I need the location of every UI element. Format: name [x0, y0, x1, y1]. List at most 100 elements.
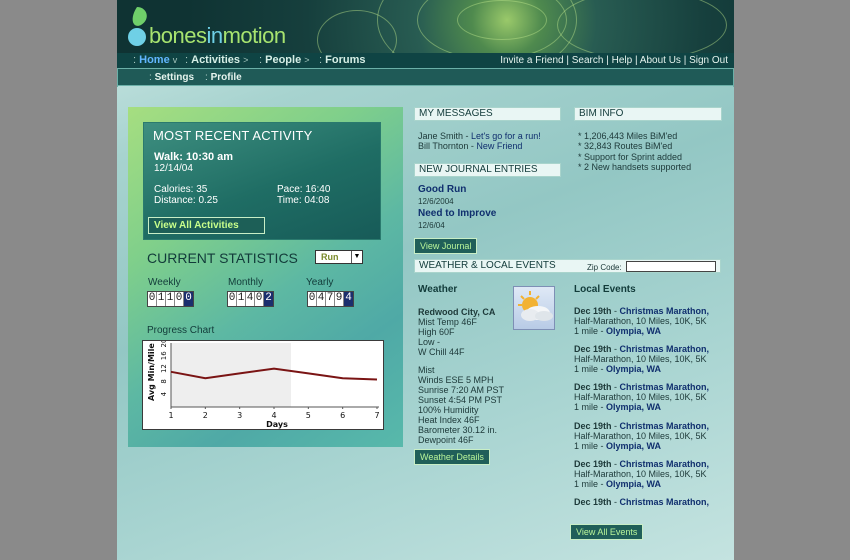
local-events-heading: Local Events: [574, 284, 636, 295]
counter-digit: 0: [148, 292, 157, 306]
event-item[interactable]: Dec 19th - Christmas Marathon, Half-Mara…: [574, 459, 709, 489]
nav-utility-links: Invite a Friend | Search | Help | About …: [500, 55, 728, 66]
journal-entry-date: 12/6/04: [418, 221, 445, 230]
weather-line: Mist Temp 46F: [418, 317, 477, 327]
nav-people[interactable]: : People >: [259, 54, 310, 66]
weather-line: Heat Index 46F: [418, 415, 480, 425]
activity-date: 12/14/04: [154, 163, 193, 174]
progress-chart-title: Progress Chart: [147, 325, 215, 336]
counter-digit: 0: [175, 292, 184, 306]
view-all-events-button[interactable]: View All Events: [570, 524, 644, 540]
activity-calories: Calories: 35: [154, 184, 208, 195]
weather-line: 100% Humidity: [418, 405, 479, 415]
counter-digit: 4: [344, 292, 353, 306]
y-tick-label: 4: [160, 391, 168, 396]
yearly-label: Yearly: [306, 277, 334, 288]
recent-activity-title: MOST RECENT ACTIVITY: [153, 128, 313, 143]
bim-info-item: * 32,843 Routes BiM'ed: [578, 141, 673, 151]
sub-nav: : Settings : Profile: [117, 68, 734, 87]
weather-line: W Chill 44F: [418, 347, 465, 357]
zip-code-input[interactable]: [626, 261, 716, 272]
weather-line: Sunrise 7:20 AM PST: [418, 385, 505, 395]
counter-digit: 4: [246, 292, 255, 306]
activity-distance: Distance: 0.25: [154, 195, 218, 206]
yearly-counter: 04794: [307, 291, 354, 307]
x-tick-label: 4: [271, 411, 276, 420]
monthly-label: Monthly: [228, 277, 264, 288]
page: bonesinmotion : Home v : Activities > : …: [117, 0, 734, 560]
nav-home[interactable]: : Home v: [133, 54, 177, 66]
counter-digit: 4: [317, 292, 326, 306]
weather-line: Barometer 30.12 in.: [418, 425, 498, 435]
view-journal-button[interactable]: View Journal: [414, 238, 478, 254]
event-item[interactable]: Dec 19th - Christmas Marathon, Half-Mara…: [574, 344, 709, 374]
counter-digit: 9: [335, 292, 344, 306]
left-panel: MOST RECENT ACTIVITY Walk: 10:30 am 12/1…: [128, 107, 403, 447]
counter-digit: 0: [308, 292, 317, 306]
activity-headline[interactable]: Walk: 10:30 am: [154, 151, 233, 163]
chevron-down-icon: v: [172, 55, 178, 65]
main-nav: : Home v : Activities > : People > : For…: [117, 53, 734, 68]
activity-time: Time: 04:08: [277, 195, 330, 206]
logo[interactable]: bonesinmotion: [123, 5, 303, 49]
weather-details-button[interactable]: Weather Details: [414, 449, 490, 465]
x-tick-label: 2: [203, 411, 208, 420]
y-tick-label: 12: [160, 364, 168, 373]
y-tick-label: 8: [160, 379, 168, 383]
activity-pace: Pace: 16:40: [277, 184, 331, 195]
nav-link-invite[interactable]: Invite a Friend: [500, 55, 563, 66]
weather-line: High 60F: [418, 327, 455, 337]
subnav-settings[interactable]: : Settings: [149, 72, 194, 83]
event-item[interactable]: Dec 19th - Christmas Marathon, Half-Mara…: [574, 421, 709, 451]
y-tick-label: 20: [160, 341, 168, 347]
bim-info-header: BIM INFO: [574, 107, 722, 121]
counter-digit: 0: [255, 292, 264, 306]
weather-line: Dewpoint 46F: [418, 435, 474, 445]
x-tick-label: 3: [237, 411, 242, 420]
x-tick-label: 7: [374, 411, 379, 420]
counter-digit: 0: [184, 292, 193, 306]
arrow-right-icon: >: [304, 55, 310, 65]
sport-select[interactable]: Run ▼: [315, 250, 363, 264]
x-tick-label: 5: [306, 411, 311, 420]
y-axis-label: Avg Min/Mile: [147, 343, 156, 401]
nav-activities[interactable]: : Activities >: [185, 54, 248, 66]
view-all-activities-button[interactable]: View All Activities: [148, 217, 265, 234]
nav-link-about[interactable]: About Us: [640, 55, 681, 66]
weather-city: Redwood City, CA: [418, 307, 496, 317]
chevron-down-icon: ▼: [351, 251, 362, 263]
event-item[interactable]: Dec 19th - Christmas Marathon, Half-Mara…: [574, 306, 709, 336]
weather-line: Sunset 4:54 PM PST: [418, 395, 503, 405]
event-item[interactable]: Dec 19th - Christmas Marathon,: [574, 497, 709, 507]
counter-digit: 1: [166, 292, 175, 306]
x-tick-label: 1: [168, 411, 173, 420]
arrow-right-icon: >: [243, 55, 249, 65]
decor-ring: [557, 0, 727, 53]
journal-entry-title[interactable]: Need to Improve: [418, 209, 496, 219]
progress-chart-svg: Avg Min/Mile Days 1 2 3 4 5 6 748121620: [147, 339, 380, 429]
current-statistics-title: CURRENT STATISTICS: [147, 250, 298, 266]
nav-forums[interactable]: : Forums: [319, 54, 365, 66]
weather-line: Low -: [418, 337, 441, 347]
bim-info-item: * 2 New handsets supported: [578, 162, 692, 172]
progress-chart: Avg Min/Mile Days 1 2 3 4 5 6 7 4 8 12 16 20: [142, 339, 384, 430]
nav-link-search[interactable]: Search: [572, 55, 604, 66]
message-item[interactable]: Jane Smith - Let's go for a run!: [418, 131, 541, 141]
journal-entry-date: 12/6/2004: [418, 197, 454, 206]
counter-digit: 0: [228, 292, 237, 306]
weather-heading: Weather: [418, 284, 458, 295]
monthly-counter: 01402: [227, 291, 274, 307]
nav-link-help[interactable]: Help: [612, 55, 633, 66]
event-item[interactable]: Dec 19th - Christmas Marathon, Half-Mara…: [574, 382, 709, 412]
journal-header: NEW JOURNAL ENTRIES: [414, 163, 561, 177]
message-item[interactable]: Bill Thornton - New Friend: [418, 141, 522, 151]
subnav-profile[interactable]: : Profile: [205, 72, 242, 83]
nav-link-signout[interactable]: Sign Out: [689, 55, 728, 66]
counter-digit: 7: [326, 292, 335, 306]
journal-entry-title[interactable]: Good Run: [418, 185, 466, 195]
counter-digit: 2: [264, 292, 273, 306]
weather-line: Winds ESE 5 MPH: [418, 375, 494, 385]
partly-cloudy-icon: [513, 286, 555, 330]
bim-info-item: * Support for Sprint added: [578, 152, 683, 162]
counter-digit: 1: [157, 292, 166, 306]
